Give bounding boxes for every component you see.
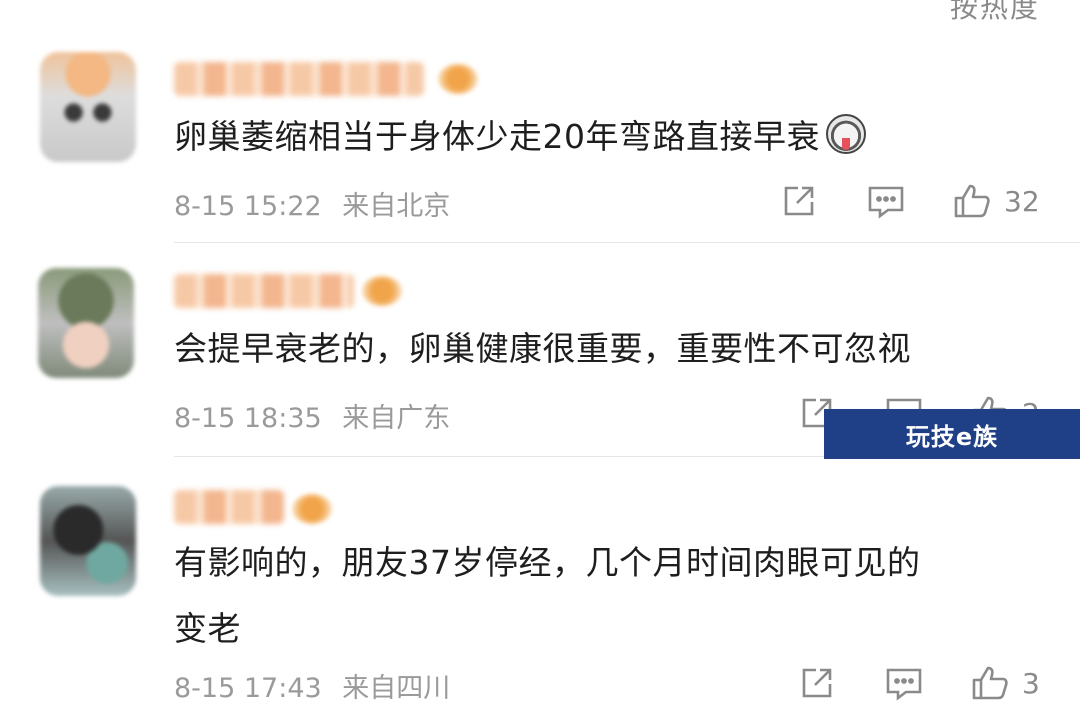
username-blurred[interactable] [174, 62, 424, 96]
comment-time: 8-15 17:43 [174, 673, 322, 704]
comment-meta: 8-15 18:35 来自广东 [174, 396, 450, 435]
like-count: 32 [1004, 184, 1040, 218]
user-badge-icon [292, 494, 332, 524]
thumbs-up-icon [972, 666, 1008, 700]
avatar[interactable] [38, 268, 134, 378]
reply-button[interactable] [884, 664, 924, 702]
user-badge-icon [362, 276, 402, 306]
comment-icon [868, 186, 904, 219]
comment-time: 8-15 15:22 [174, 191, 322, 222]
thumbs-up-icon [954, 184, 990, 218]
watermark-logo: 玩技e族 [824, 409, 1080, 459]
comment-text: 会提早衰老的，卵巢健康很重要，重要性不可忽视 [174, 329, 911, 368]
comment-location: 来自四川 [342, 673, 451, 704]
divider [174, 242, 1080, 243]
comment-meta: 8-15 17:43 来自四川 [174, 666, 450, 705]
sort-label[interactable]: 按热度 [950, 0, 1040, 26]
comment-time: 8-15 18:35 [174, 403, 322, 434]
share-icon [784, 186, 814, 216]
username-blurred[interactable] [174, 490, 284, 524]
reply-button[interactable] [866, 182, 906, 220]
comment-text-line: 有影响的，朋友37岁停经，几个月时间肉眼可见的 [174, 543, 921, 582]
avatar[interactable] [40, 486, 136, 596]
like-count: 3 [1022, 666, 1040, 700]
comment-text: 卵巢萎缩相当于身体少走20年弯路直接早衰 [174, 104, 866, 170]
like-button[interactable]: 3 [970, 664, 1040, 702]
comment-text-line: 变老 [174, 609, 241, 648]
comment-meta: 8-15 15:22 来自北京 [174, 184, 450, 223]
husky-dog-emoji-icon [826, 114, 866, 154]
comment-text: 有影响的，朋友37岁停经，几个月时间肉眼可见的 变老 [174, 530, 921, 662]
share-icon [802, 668, 832, 698]
watermark-label: 玩技e族 [905, 422, 999, 451]
user-badge-icon [438, 64, 478, 94]
comment-icon [886, 668, 922, 701]
share-button[interactable] [780, 182, 818, 220]
share-button[interactable] [798, 664, 836, 702]
avatar[interactable] [40, 52, 136, 162]
like-button[interactable]: 32 [952, 182, 1040, 220]
username-blurred[interactable] [174, 274, 354, 308]
comment-location: 来自北京 [342, 191, 451, 222]
comment-location: 来自广东 [342, 403, 451, 434]
